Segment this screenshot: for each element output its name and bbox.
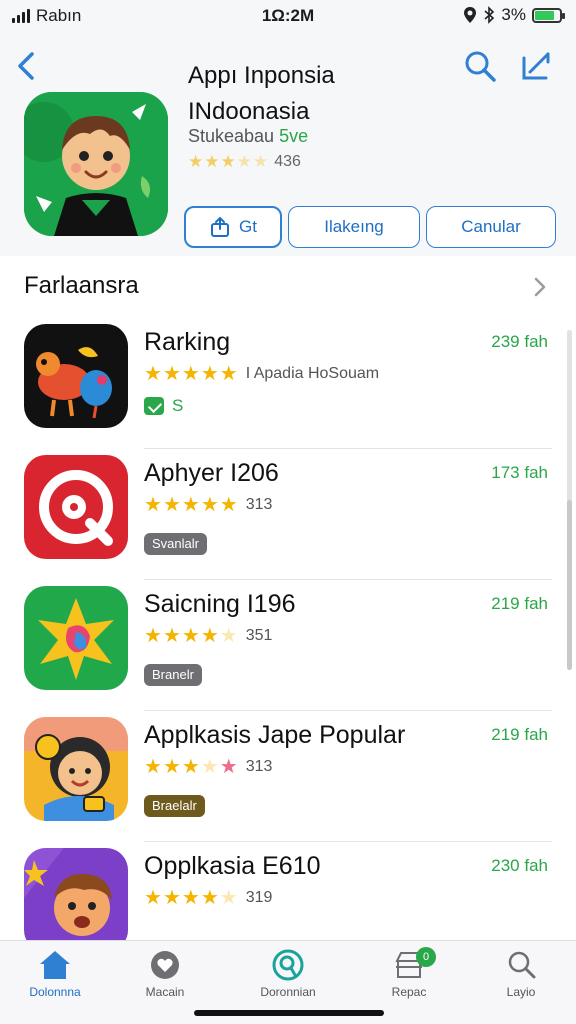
notification-badge: 0 [416,947,436,967]
share-icon [211,216,230,237]
section-header[interactable]: Farlaansra [24,272,554,304]
get-button-label: Gt [239,217,257,236]
rating-text: I Apadia HoSouam [245,365,380,382]
heart-icon [151,951,179,979]
calendar-button[interactable]: Canular [426,206,556,248]
rating-text: 313 [245,758,273,775]
get-button[interactable]: Gt [184,206,282,248]
category-badge: Braelalr [144,795,205,817]
app-meta: 219 fah [491,725,548,744]
tab-label: Repac [391,985,427,999]
rating-text: 319 [245,889,273,906]
list-item[interactable]: Saicning I196 ★ ★ ★ ★ ★ 351 219 fah Branelr [0,580,566,711]
scrollbar-thumb[interactable] [567,500,572,670]
calendar-button-label: Canular [461,217,521,236]
rating-stars: ★ ★ ★ ★ ★ [144,887,238,909]
category-badge: Svanlalr [144,533,207,555]
home-icon [40,951,70,979]
status-right: 3% [463,5,565,25]
list-item[interactable]: Applkasis Jape Popular ★ ★ ★ ★ ★ 313 219 fah… [0,711,566,842]
category-badge: Branelr [144,664,202,686]
price-label: S [172,396,184,415]
app-icon [24,455,128,559]
app-name: Aphyer I206 [144,459,279,487]
app-price: S [144,396,183,416]
app-icon [24,848,128,952]
app-name: Saicning I196 [144,590,296,618]
app-rating: ★ ★ ★ ★ ★ 319 [144,888,272,908]
app-subtitle: Stukeabau 5ve [188,126,308,147]
rating-stars: ★ ★ ★ ★ ★ [144,363,238,385]
tab-discover[interactable]: Doronnian [233,949,343,999]
app-title: Appı Inponsia INdoonasia [188,62,335,125]
app-name: Applkasis Jape Popular [144,721,406,749]
app-rating: ★ ★ ★ ★ ★ I Apadia HoSouam [144,364,379,384]
battery-icon [532,7,565,23]
message-icon [144,397,164,415]
tab-store[interactable]: 0 Repac [354,947,464,999]
tab-label: Macain [145,985,185,999]
app-name: Rarking [144,328,231,356]
ranking-button-label: Ilakeıng [324,217,384,236]
tab-search[interactable]: Layio [466,949,576,999]
rating-text: 351 [245,627,273,644]
app-list: Rarking ★ ★ ★ ★ ★ I Apadia HoSouam 239 fah S… [0,318,566,973]
app-icon [24,717,128,821]
app-header: Appı Inponsia INdoonasia Stukeabau 5ve ★… [0,34,576,256]
app-icon [24,586,128,690]
app-rating: ★ ★ ★ ★ ★ 436 [188,152,301,172]
rating-stars: ★ ★ ★ ★ ★ [188,152,269,171]
developer-name: Stukeabau [188,126,275,146]
app-meta: 219 fah [491,594,548,613]
rating-stars: ★ ★ ★ ★ ★ [144,494,238,516]
back-chevron-icon[interactable] [12,48,42,84]
tab-home[interactable]: Dolonnna [0,949,110,999]
subtitle-accent: 5ve [279,126,309,146]
list-item[interactable]: Rarking ★ ★ ★ ★ ★ I Apadia HoSouam 239 fah S [0,318,566,449]
app-hero-icon [24,92,168,236]
battery-percent: 3% [501,5,526,24]
app-rating: ★ ★ ★ ★ ★ 313 [144,495,272,515]
rating-stars: ★ ★ ★ ★ ★ [144,625,238,647]
home-indicator[interactable] [194,1010,384,1016]
tab-label: Layio [506,985,536,999]
search-circle-icon [272,949,304,981]
section-title: Farlaansra [24,272,139,299]
tab-favorites[interactable]: Macain [110,949,220,999]
app-rating: ★ ★ ★ ★ ★ 313 [144,757,272,777]
app-meta: 173 fah [491,463,548,482]
app-meta: 239 fah [491,332,548,351]
ranking-button[interactable]: Ilakeıng [288,206,420,248]
app-meta: 230 fah [491,856,548,875]
app-name: Opplkasia E610 [144,852,321,880]
bluetooth-icon [484,6,495,24]
search-icon[interactable] [462,48,498,84]
app-rating: ★ ★ ★ ★ ★ 351 [144,626,272,646]
compose-icon[interactable] [518,48,554,84]
tab-label: Dolonnna [29,985,81,999]
status-bar: Rabın 1Ω:2M 3% [0,0,576,34]
app-icon [24,324,128,428]
rating-stars: ★ ★ ★ ★ ★ [144,756,238,778]
rating-count: 436 [274,153,301,170]
list-item[interactable]: Aphyer I206 ★ ★ ★ ★ ★ 313 173 fah Svanlalr [0,449,566,580]
location-icon [464,7,477,23]
search-icon [508,951,536,979]
chevron-right-icon[interactable] [532,276,548,298]
rating-text: 313 [245,496,273,513]
tab-label: Doronnian [260,985,316,999]
